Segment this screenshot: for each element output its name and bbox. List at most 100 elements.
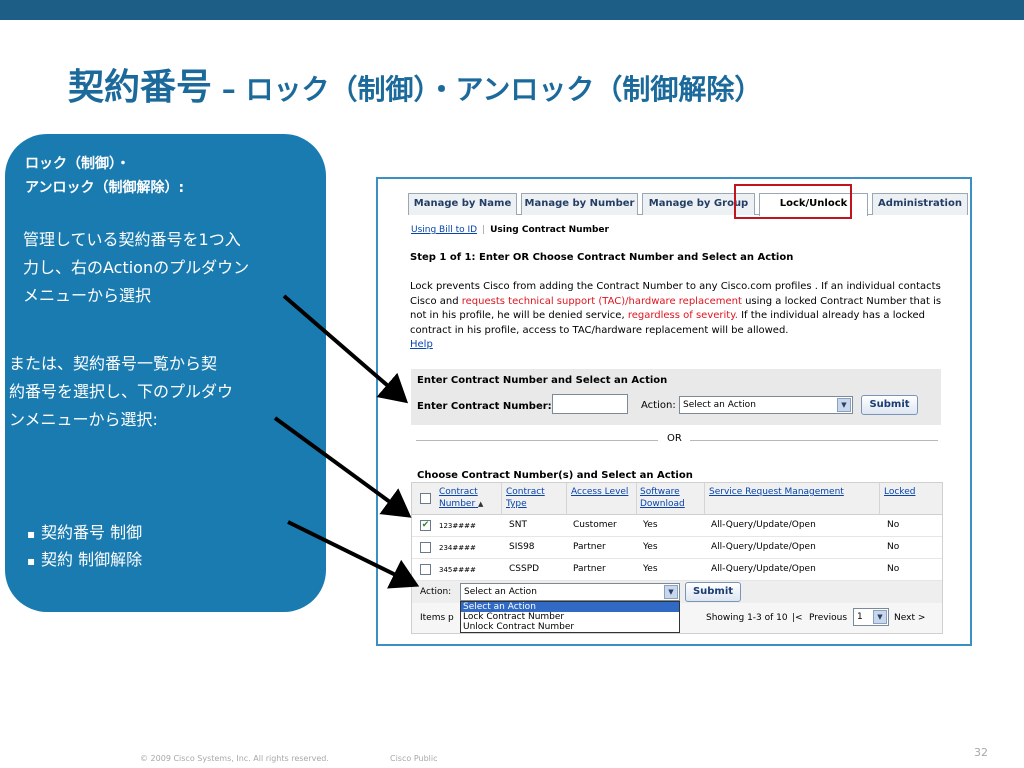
screenshot-panel: Manage by Name Manage by Number Manage b… xyxy=(376,177,972,646)
cell-access-level: Partner xyxy=(573,542,606,552)
cell-contract-number: 123#### xyxy=(439,522,476,530)
chevron-down-icon: ▼ xyxy=(664,585,678,599)
select-all-checkbox[interactable] xyxy=(420,493,431,504)
slide-title: 契約番号 – ロック（制御）・アンロック（制御解除） xyxy=(68,58,762,110)
tab-manage-by-name[interactable]: Manage by Name xyxy=(408,193,517,215)
next-link[interactable]: Next > xyxy=(894,613,925,623)
or-divider-left xyxy=(416,440,658,441)
action-label: Action: xyxy=(641,400,676,411)
dropdown-option[interactable]: Select an Action xyxy=(461,602,679,612)
col-divider xyxy=(704,483,705,515)
breadcrumb: Using Bill to ID | Using Contract Number xyxy=(411,225,609,235)
desc-red-1: requests technical support (TAC)/hardwar… xyxy=(461,295,742,307)
table-row[interactable]: 234#### SIS98 Partner Yes All-Query/Upda… xyxy=(412,537,942,559)
page-number: 32 xyxy=(974,746,988,759)
col-contract-type-line2: Type xyxy=(506,499,527,509)
page-select-value: 1 xyxy=(857,612,863,622)
table-row[interactable]: ✔ 123#### SNT Customer Yes All-Query/Upd… xyxy=(412,515,942,537)
cell-contract-type: SIS98 xyxy=(509,542,535,552)
col-contract-number-line2: Number ▲ xyxy=(439,498,483,510)
or-text: OR xyxy=(667,433,682,444)
row-checkbox[interactable]: ✔ xyxy=(420,520,431,531)
dropdown-option[interactable]: Lock Contract Number xyxy=(461,612,679,622)
submit-button[interactable]: Submit xyxy=(861,395,918,415)
help-link[interactable]: Help xyxy=(410,339,433,350)
footer-classification: Cisco Public xyxy=(390,754,438,763)
callout-para2: または、契約番号一覧から契 約番号を選択し、下のプルダウ ンメニューから選択: xyxy=(9,350,233,434)
contract-number-input[interactable] xyxy=(552,394,628,414)
tab-manage-by-number[interactable]: Manage by Number xyxy=(521,193,638,215)
step-heading: Step 1 of 1: Enter OR Choose Contract Nu… xyxy=(410,252,794,263)
grid-submit-button[interactable]: Submit xyxy=(685,582,741,602)
cell-contract-type: CSSPD xyxy=(509,564,540,574)
cell-service-request: All-Query/Update/Open xyxy=(711,564,816,574)
col-contract-number-line2-text: Number xyxy=(439,499,476,509)
showing-count: Showing 1-3 of 10 xyxy=(706,613,788,623)
col-software-download-line1: Software xyxy=(640,487,680,497)
cell-locked: No xyxy=(887,542,900,552)
desc-red-2: regardless of severity. xyxy=(627,310,738,321)
footer-copyright: © 2009 Cisco Systems, Inc. All rights re… xyxy=(140,754,329,763)
col-access-level[interactable]: Access Level xyxy=(571,486,628,498)
title-main: 契約番号 xyxy=(68,67,213,108)
callout-para2-line2: 約番号を選択し、下のプルダウ xyxy=(9,382,234,401)
enter-title: Enter Contract Number and Select an Acti… xyxy=(417,375,668,386)
cell-software-download: Yes xyxy=(643,520,658,530)
callout-para1-line1: 管理している契約番号を1つ入 xyxy=(23,230,241,249)
using-bill-to-id-link[interactable]: Using Bill to ID xyxy=(411,225,477,235)
col-contract-number[interactable]: Contract Number ▲ xyxy=(439,486,483,510)
col-locked[interactable]: Locked xyxy=(884,486,915,498)
cell-locked: No xyxy=(887,564,900,574)
items-per-page-label: Items p xyxy=(420,613,454,623)
top-bar xyxy=(0,0,1024,20)
sort-ascending-icon: ▲ xyxy=(478,500,484,508)
callout-para2-line3: ンメニューから選択: xyxy=(9,410,158,429)
col-contract-number-line1: Contract xyxy=(439,487,478,497)
dropdown-option[interactable]: Unlock Contract Number xyxy=(461,622,679,632)
highlight-box xyxy=(734,184,852,219)
description: Lock prevents Cisco from adding the Cont… xyxy=(410,280,945,353)
action-select-value: Select an Action xyxy=(683,400,756,410)
choose-title: Choose Contract Number(s) and Select an … xyxy=(417,470,693,481)
cell-contract-number: 345#### xyxy=(439,566,476,574)
chevron-down-icon: ▼ xyxy=(873,610,887,624)
row-checkbox[interactable] xyxy=(420,542,431,553)
callout-heading-line1: ロック（制御）・ xyxy=(25,156,130,172)
col-contract-type[interactable]: Contract Type xyxy=(506,486,545,510)
callout-list: 契約番号 制御 契約 制御解除 xyxy=(27,520,142,574)
previous-link[interactable]: Previous xyxy=(809,613,847,623)
cell-software-download: Yes xyxy=(643,542,658,552)
cell-access-level: Partner xyxy=(573,564,606,574)
col-divider xyxy=(879,483,880,515)
cell-service-request: All-Query/Update/Open xyxy=(711,542,816,552)
first-page-link[interactable]: |< xyxy=(792,613,803,623)
tab-administration[interactable]: Administration xyxy=(872,193,968,215)
callout-list-item: 契約 制御解除 xyxy=(27,547,142,574)
action-select[interactable]: Select an Action ▼ xyxy=(679,396,853,414)
col-divider xyxy=(501,483,502,515)
row-checkbox[interactable] xyxy=(420,564,431,575)
or-divider-right xyxy=(690,440,938,441)
cell-service-request: All-Query/Update/Open xyxy=(711,520,816,530)
callout-para1: 管理している契約番号を1つ入 力し、右のActionのプルダウン メニューから選… xyxy=(23,226,249,310)
col-service-request[interactable]: Service Request Management xyxy=(709,486,844,498)
tab-bar: Manage by Name Manage by Number Manage b… xyxy=(408,193,968,216)
col-software-download[interactable]: Software Download xyxy=(640,486,685,510)
title-dash: – xyxy=(212,73,246,106)
grid-header: Contract Number ▲ Contract Type Access Lev… xyxy=(412,483,942,515)
breadcrumb-separator: | xyxy=(482,225,486,235)
cell-access-level: Customer xyxy=(573,520,617,530)
callout-para1-line2: 力し、右のActionのプルダウン xyxy=(23,258,250,277)
page-select[interactable]: 1 ▼ xyxy=(853,608,889,626)
contract-grid: Contract Number ▲ Contract Type Access Lev… xyxy=(411,482,943,634)
col-software-download-line2: Download xyxy=(640,499,685,509)
grid-action-select[interactable]: Select an Action ▼ xyxy=(460,583,680,601)
col-divider xyxy=(636,483,637,515)
enter-contract-label: Enter Contract Number: xyxy=(417,401,552,412)
cell-software-download: Yes xyxy=(643,564,658,574)
callout-heading: ロック（制御）・ アンロック（制御解除）: xyxy=(25,152,184,200)
table-row[interactable]: 345#### CSSPD Partner Yes All-Query/Upda… xyxy=(412,559,942,581)
callout-para2-line1: または、契約番号一覧から契 xyxy=(9,354,218,373)
callout-heading-line2: アンロック（制御解除）: xyxy=(25,180,185,196)
callout-para1-line3: メニューから選択 xyxy=(23,286,152,305)
